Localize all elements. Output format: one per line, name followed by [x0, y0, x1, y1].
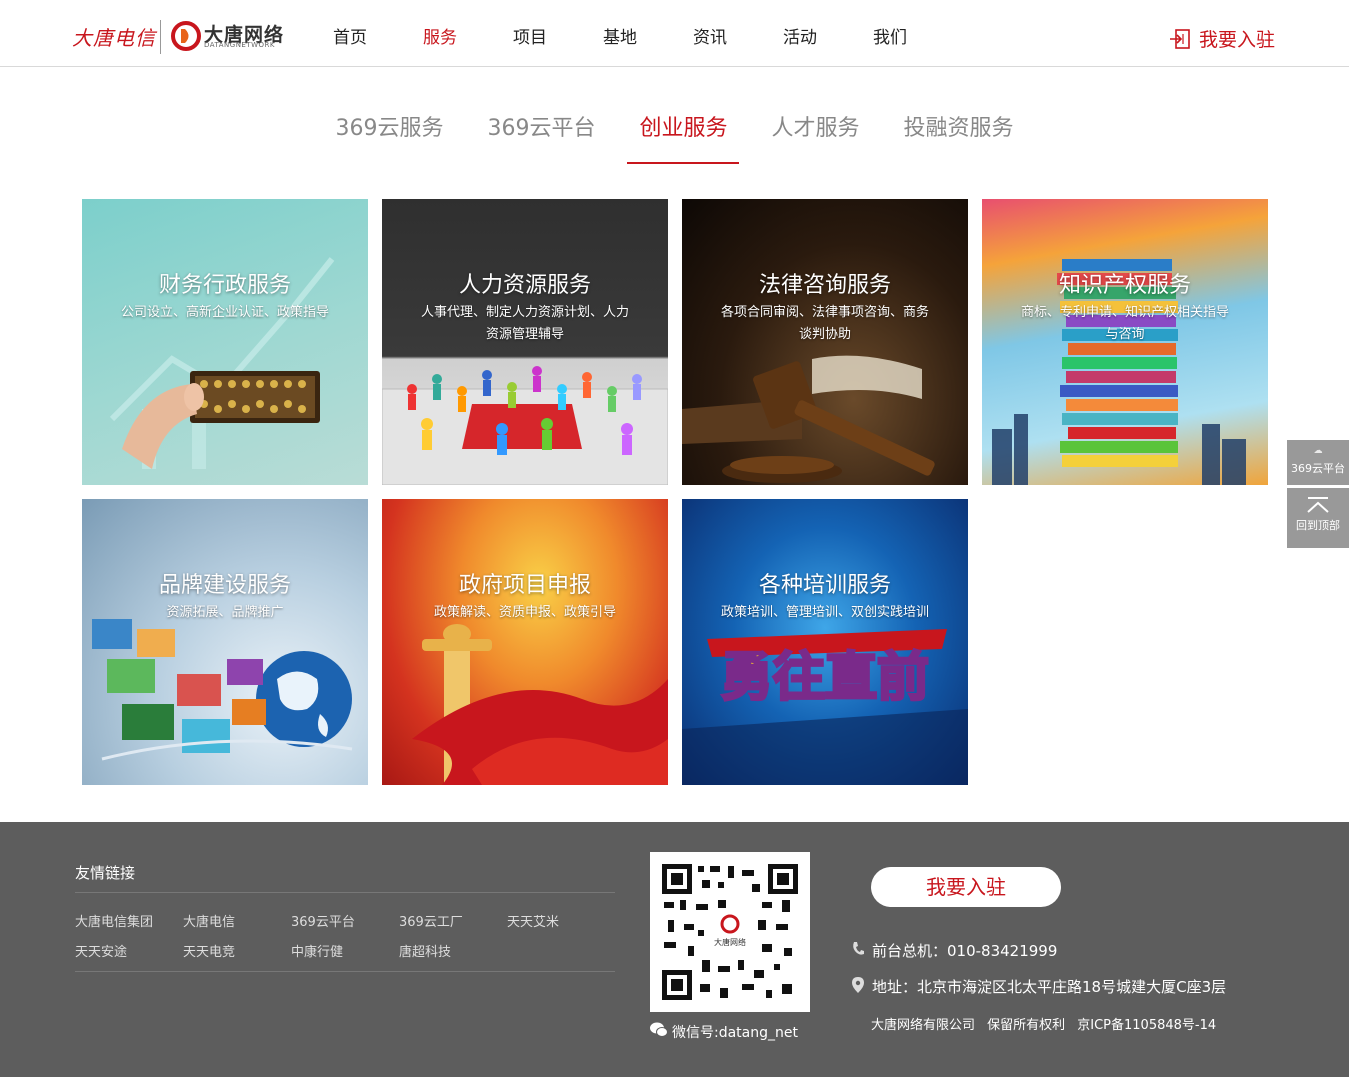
- contact-address: 地址：北京市海淀区北太平庄路18号城建大厦C座3层: [850, 976, 1226, 997]
- card-title: 政府项目申报: [458, 573, 591, 598]
- join-label: 我要入驻: [1198, 29, 1275, 51]
- card-bg-training: 勇往直前: [682, 499, 968, 785]
- side-cloud-label: 369云平台: [1291, 462, 1345, 475]
- back-to-top-button[interactable]: 回到顶部: [1287, 488, 1349, 548]
- card-bg-brand: [82, 499, 368, 785]
- cloud-icon: ☁: [1313, 446, 1323, 456]
- tab-369-cloud-platform[interactable]: 369云平台: [487, 100, 595, 164]
- card-desc: 资源拓展、品牌推广: [166, 605, 284, 620]
- card-title: 财务行政服务: [158, 273, 291, 298]
- service-tabs: 369云服务 369云平台 创业服务 人才服务 投融资服务: [0, 100, 1349, 164]
- divider: [75, 971, 615, 972]
- site-footer: 友情链接 大唐电信集团 大唐电信 369云平台 369云工厂 天天艾米 天天安途…: [0, 822, 1349, 1077]
- tab-investment-service[interactable]: 投融资服务: [904, 100, 1014, 164]
- wechat-qr-code: 大唐网络: [650, 852, 810, 1012]
- main-nav: 首页 服务 项目 基地 资讯 活动 我们: [305, 0, 935, 66]
- nav-news[interactable]: 资讯: [665, 0, 755, 66]
- location-pin-icon: [850, 976, 866, 997]
- nav-services[interactable]: 服务: [395, 0, 485, 66]
- friend-link[interactable]: 大唐电信: [183, 908, 291, 938]
- card-desc: 公司设立、高新企业认证、政策指导: [120, 305, 329, 320]
- address-text: 地址：北京市海淀区北太平庄路18号城建大厦C座3层: [872, 978, 1227, 996]
- abacus-hand-image: [109, 257, 335, 469]
- service-card-legal[interactable]: 法律咨询服务 各项合同审阅、法律事项咨询、商务谈判协助: [682, 199, 968, 485]
- banner-text: 勇往直前: [721, 648, 929, 708]
- tab-369-cloud-service[interactable]: 369云服务: [335, 100, 443, 164]
- card-title: 人力资源服务: [458, 273, 591, 298]
- join-link[interactable]: 我要入驻: [1169, 25, 1275, 52]
- service-card-brand[interactable]: 品牌建设服务 资源拓展、品牌推广: [82, 499, 368, 785]
- qr-code-image: 大唐网络: [658, 860, 802, 1004]
- huabiao-red-ribbon-image: [412, 624, 668, 785]
- footer-join-button[interactable]: 我要入驻: [871, 867, 1061, 907]
- contact-phone: 前台总机：010-83421999: [850, 940, 1057, 961]
- card-desc: 商标、专利申请、知识产权相关指导与咨询: [1020, 305, 1229, 342]
- friend-link[interactable]: 天天安途: [75, 938, 183, 968]
- tab-startup-service[interactable]: 创业服务: [627, 100, 740, 164]
- service-card-government[interactable]: 政府项目申报 政策解读、资质申报、政策引导: [382, 499, 668, 785]
- card-desc: 人事代理、制定人力资源计划、人力资源管理辅导: [420, 305, 629, 342]
- tab-talent-service[interactable]: 人才服务: [771, 100, 859, 164]
- back-to-top-label: 回到顶部: [1296, 519, 1340, 532]
- service-card-ip[interactable]: 知识产权服务 商标、专利申请、知识产权相关指导与咨询: [982, 199, 1268, 485]
- service-card-training[interactable]: 勇往直前 各种培训服务 政策培训、管理培训、双创实践培训: [682, 499, 968, 785]
- datang-telecom-logo[interactable]: 大唐电信: [72, 22, 156, 51]
- sign-in-icon: [1169, 28, 1190, 49]
- logo-divider: [160, 20, 161, 54]
- card-bg-government: [382, 499, 668, 785]
- card-bg-finance: [82, 199, 368, 485]
- card-desc: 各项合同审阅、法律事项咨询、商务谈判协助: [720, 305, 929, 342]
- side-float-bar: ☁ 369云平台 回到顶部: [1287, 440, 1349, 551]
- banner-image: 勇往直前: [682, 629, 968, 785]
- wechat-id: 微信号:datang_net: [650, 1022, 798, 1042]
- divider: [75, 892, 615, 893]
- side-cloud-platform[interactable]: ☁ 369云平台: [1287, 440, 1349, 485]
- friend-link[interactable]: 369云工厂: [399, 908, 507, 938]
- nav-projects[interactable]: 项目: [485, 0, 575, 66]
- phone-text: 前台总机：010-83421999: [872, 942, 1058, 960]
- friend-links-title: 友情链接: [75, 864, 136, 882]
- site-header: 大唐电信 大唐网络 DATANGNETWORK 首页 服务 项目 基地 资讯 活…: [0, 0, 1349, 67]
- wechat-icon: [650, 1022, 668, 1042]
- friend-link[interactable]: 天天艾米: [507, 908, 615, 938]
- friend-link[interactable]: 天天电竞: [183, 938, 291, 968]
- arrow-up-icon: [1307, 497, 1329, 513]
- service-card-hr[interactable]: 人力资源服务 人事代理、制定人力资源计划、人力资源管理辅导: [382, 199, 668, 485]
- card-title: 知识产权服务: [1058, 273, 1191, 298]
- card-title: 品牌建设服务: [158, 573, 291, 598]
- logo-english: DATANGNETWORK: [204, 41, 276, 49]
- copyright-text: 大唐网络有限公司 保留所有权利 京ICP备1105848号-14: [871, 1018, 1217, 1033]
- card-title: 各种培训服务: [758, 573, 891, 598]
- friend-link[interactable]: 唐超科技: [399, 938, 507, 968]
- nav-bases[interactable]: 基地: [575, 0, 665, 66]
- friend-link[interactable]: 大唐电信集团: [75, 908, 183, 938]
- nav-home[interactable]: 首页: [305, 0, 395, 66]
- friend-link[interactable]: 369云平台: [291, 908, 399, 938]
- qr-brand-label: 大唐网络: [714, 937, 746, 947]
- phone-icon: [850, 941, 866, 961]
- service-card-finance[interactable]: 财务行政服务 公司设立、高新企业认证、政策指导: [82, 199, 368, 485]
- nav-events[interactable]: 活动: [755, 0, 845, 66]
- card-title: 法律咨询服务: [758, 273, 891, 298]
- nav-about[interactable]: 我们: [845, 0, 935, 66]
- wechat-label: 微信号:datang_net: [672, 1025, 798, 1041]
- friend-link[interactable]: 中康行健: [291, 938, 399, 968]
- card-desc: 政策培训、管理培训、双创实践培训: [720, 605, 929, 620]
- datang-network-logo-icon[interactable]: [171, 21, 201, 51]
- card-desc: 政策解读、资质申报、政策引导: [433, 605, 616, 620]
- friend-links-list: 大唐电信集团 大唐电信 369云平台 369云工厂 天天艾米 天天安途 天天电竞…: [75, 908, 635, 968]
- globe-screens-image: [92, 619, 353, 761]
